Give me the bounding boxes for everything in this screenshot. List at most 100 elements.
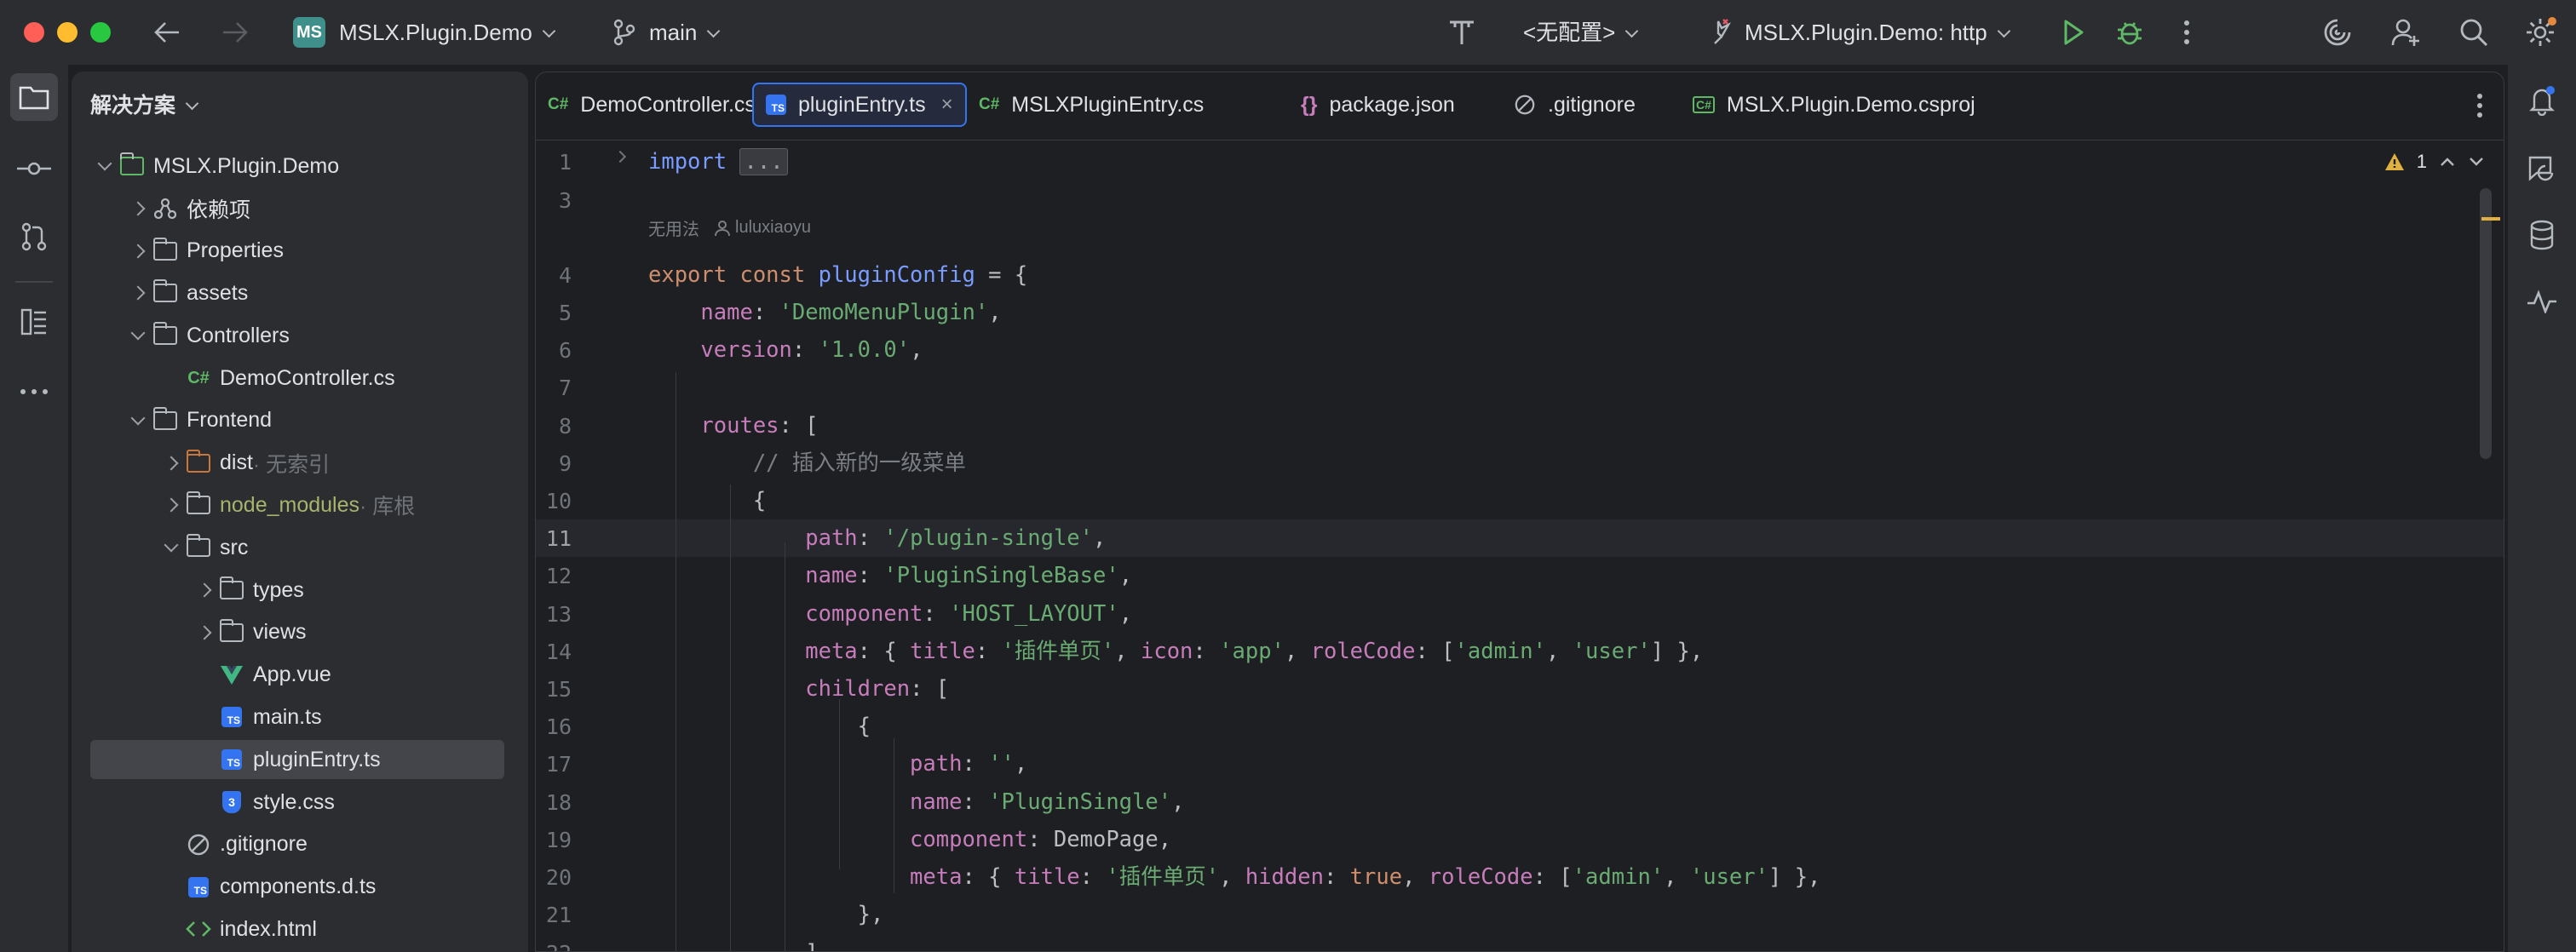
code-line[interactable]: }, — [648, 896, 884, 933]
tree-item[interactable]: TS pluginEntry.ts — [90, 740, 504, 780]
collapsed-chevron-icon[interactable] — [125, 280, 151, 306]
collapsed-chevron-icon[interactable] — [125, 196, 151, 221]
project-switcher[interactable]: MSLX.Plugin.Demo — [339, 17, 556, 48]
build-tool-icon[interactable] — [1443, 15, 1481, 49]
editor-area: C# DemoController.cs TS pluginEntry.ts × C# MS… — [535, 72, 2504, 952]
tree-item[interactable]: TS components.d.ts — [90, 868, 504, 907]
code-line[interactable]: path: '/plugin-single', — [648, 519, 1106, 557]
close-tab-icon[interactable]: × — [941, 93, 953, 117]
collapsed-chevron-icon[interactable] — [192, 577, 217, 603]
tree-item[interactable]: 依赖项 — [90, 189, 504, 228]
branch-switcher[interactable]: main — [649, 17, 721, 48]
editor-scrollbar[interactable] — [2480, 188, 2492, 459]
collapsed-chevron-icon[interactable] — [158, 450, 184, 476]
ai-chat-icon[interactable] — [2518, 145, 2566, 192]
tree-item[interactable]: views — [90, 613, 504, 652]
run-icon[interactable] — [2055, 15, 2092, 49]
profiler-pulse-icon[interactable] — [2518, 278, 2566, 325]
tree-item[interactable]: dist · 无索引 — [90, 444, 504, 483]
tree-item-label: src — [220, 535, 249, 559]
tree-item[interactable]: node_modules · 库根 — [90, 485, 504, 525]
commit-icon[interactable] — [10, 145, 58, 192]
zoom-window-button[interactable] — [90, 22, 111, 43]
tree-item[interactable]: Controllers — [90, 316, 504, 355]
tree-item[interactable]: App.vue — [90, 656, 504, 695]
structure-icon[interactable] — [10, 298, 58, 346]
tree-item[interactable]: assets — [90, 273, 504, 313]
project-badge[interactable]: MS — [293, 17, 325, 48]
add-user-icon[interactable] — [2387, 15, 2424, 49]
collapsed-chevron-icon[interactable] — [158, 492, 184, 518]
settings-gear-icon[interactable] — [2521, 15, 2559, 49]
tree-item[interactable]: types — [90, 571, 504, 610]
expanded-chevron-icon[interactable] — [125, 408, 151, 433]
line-number: 22 — [536, 941, 572, 951]
code-line[interactable]: name: 'PluginSingle', — [648, 783, 1184, 821]
code-line[interactable]: meta: { title: '插件单页', hidden: true, rol… — [648, 858, 1820, 896]
project-folder-icon[interactable] — [10, 73, 58, 121]
tree-item[interactable]: index.html — [90, 909, 504, 949]
expanded-chevron-icon[interactable] — [125, 323, 151, 348]
code-line[interactable]: // 插入新的一级菜单 — [648, 444, 966, 482]
tree-item[interactable]: src — [90, 528, 504, 567]
forward-arrow-icon[interactable] — [216, 15, 254, 49]
chevron-down-icon[interactable] — [2468, 156, 2485, 168]
code-line[interactable]: ], — [648, 934, 831, 951]
tree-item[interactable]: 3 style.css — [90, 783, 504, 822]
more-tools-icon[interactable] — [10, 368, 58, 416]
editor-tab[interactable]: C# DemoController.cs — [536, 83, 768, 127]
expanded-chevron-icon[interactable] — [92, 153, 118, 179]
chevron-up-icon[interactable] — [2439, 156, 2456, 168]
tree-item[interactable]: C# DemoController.cs — [90, 358, 504, 398]
collapsed-chevron-icon[interactable] — [125, 238, 151, 264]
code-vision-hint[interactable]: 无用法 luluxiaoyu — [648, 215, 811, 240]
line-number: 1 — [558, 150, 572, 175]
editor-tab[interactable]: C# MSLX.Plugin.Demo.csproj — [1681, 83, 1987, 127]
tree-item-note: · 无索引 — [252, 452, 331, 477]
database-icon[interactable] — [2518, 211, 2566, 259]
ai-assistant-icon[interactable] — [2319, 15, 2356, 49]
fold-chevron-icon[interactable] — [613, 150, 627, 163]
library-folder-icon — [186, 491, 210, 515]
back-arrow-icon[interactable] — [148, 15, 186, 49]
line-number: 20 — [545, 865, 572, 890]
code-line[interactable]: import ... — [648, 143, 788, 181]
code-line[interactable]: { — [648, 708, 871, 745]
code-line[interactable]: name: 'PluginSingleBase', — [648, 557, 1132, 594]
code-line[interactable]: version: '1.0.0', — [648, 331, 923, 369]
code-line[interactable]: children: [ — [648, 670, 949, 708]
folder-icon — [219, 576, 244, 599]
project-panel-header[interactable]: 解决方案 — [90, 89, 199, 119]
tree-item[interactable]: MSLX.Plugin.Demo — [90, 146, 504, 186]
minimize-window-button[interactable] — [57, 22, 78, 43]
tree-item[interactable]: Properties — [90, 232, 504, 271]
editor-tab[interactable]: C# MSLXPluginEntry.cs — [967, 83, 1216, 127]
tree-item[interactable]: .gitignore — [90, 825, 504, 864]
debug-icon[interactable] — [2111, 15, 2148, 49]
close-window-button[interactable] — [24, 22, 44, 43]
code-line[interactable]: { — [648, 482, 766, 519]
more-actions-icon[interactable] — [2172, 15, 2201, 49]
notifications-bell-icon[interactable] — [2518, 77, 2566, 124]
run-config-selector[interactable]: <无配置> — [1523, 17, 1639, 48]
tree-item[interactable]: Frontend — [90, 401, 504, 440]
pull-request-icon[interactable] — [10, 213, 58, 261]
search-icon[interactable] — [2455, 15, 2493, 49]
expanded-chevron-icon[interactable] — [158, 535, 184, 560]
tab-options-icon[interactable] — [2476, 93, 2483, 123]
code-line[interactable]: component: DemoPage, — [648, 821, 1171, 858]
code-line[interactable]: path: '', — [648, 745, 1027, 783]
collapsed-chevron-icon[interactable] — [192, 620, 217, 645]
editor-tab[interactable]: TS pluginEntry.ts × — [752, 83, 967, 127]
code-line[interactable]: export const pluginConfig = { — [648, 256, 1027, 294]
code-line[interactable]: component: 'HOST_LAYOUT', — [648, 595, 1132, 633]
code-line[interactable]: routes: [ — [648, 407, 818, 444]
run-target-selector[interactable]: MSLX.Plugin.Demo: http — [1745, 17, 2010, 48]
editor-tab[interactable]: .gitignore — [1502, 83, 1647, 127]
code-line[interactable]: name: 'DemoMenuPlugin', — [648, 294, 1001, 331]
code-line[interactable]: meta: { title: '插件单页', icon: 'app', role… — [648, 633, 1703, 670]
inspection-widget[interactable]: 1 — [2384, 151, 2485, 173]
tree-item[interactable]: TS main.ts — [90, 697, 504, 737]
warning-marker[interactable] — [2481, 217, 2500, 221]
editor-tab[interactable]: {} package.json — [1289, 83, 1467, 127]
